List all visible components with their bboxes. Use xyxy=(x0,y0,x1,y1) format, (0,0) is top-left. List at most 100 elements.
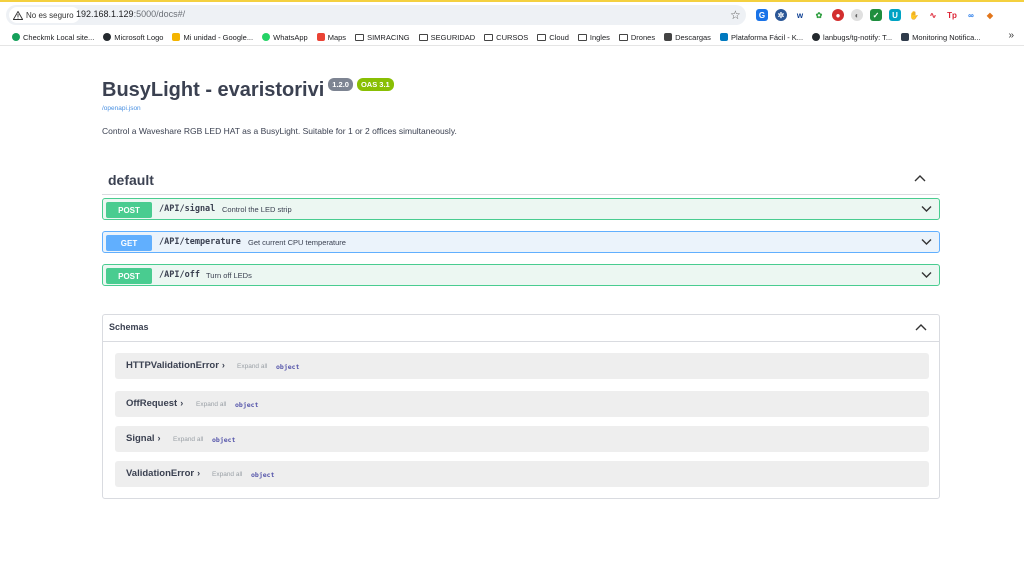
bookmark-item[interactable]: SEGURIDAD xyxy=(418,33,475,42)
expand-all-link[interactable]: Expand all xyxy=(173,436,203,443)
url-text[interactable]: 192.168.1.129:5000/docs#/ xyxy=(76,9,185,19)
bookmark-item[interactable]: Cloud xyxy=(537,33,569,42)
bookmark-item[interactable]: Mi unidad - Google... xyxy=(172,33,253,42)
expand-all-link[interactable]: Expand all xyxy=(196,401,226,408)
bookmark-label: Maps xyxy=(327,32,347,42)
tag-name: default xyxy=(108,172,154,188)
chevron-right-icon: › xyxy=(197,468,201,478)
folder-icon xyxy=(418,33,428,41)
operation-path: /API/off xyxy=(159,270,200,280)
schema-model[interactable]: HTTPValidationError › Expand all object xyxy=(115,353,929,379)
bookmark-item[interactable]: lanbugs/tg-notify: T... xyxy=(812,33,892,42)
security-chip[interactable]: No es seguro xyxy=(9,7,80,23)
security-chip-label: No es seguro xyxy=(26,10,74,20)
bookmark-label: Descargas xyxy=(675,32,711,42)
bookmark-item[interactable]: Microsoft Logo xyxy=(103,33,163,42)
maps-icon xyxy=(316,33,325,41)
bookmark-item[interactable]: CURSOS xyxy=(484,33,528,42)
whatsapp-icon xyxy=(262,33,271,41)
more-bookmarks-button[interactable]: » xyxy=(1008,30,1014,41)
url-host: 192.168.1.129 xyxy=(76,9,134,19)
bookmark-label: Cloud xyxy=(549,32,569,42)
drive-icon xyxy=(172,33,181,41)
model-name[interactable]: OffRequest › xyxy=(126,398,183,409)
extension-stop-icon[interactable]: ● xyxy=(832,9,844,21)
extension-link-icon[interactable]: ∞ xyxy=(965,9,977,21)
model-name[interactable]: ValidationError › xyxy=(126,468,200,479)
operation-summary: Control the LED strip xyxy=(222,205,292,214)
bookmark-item[interactable]: SIMRACING xyxy=(355,33,410,42)
github-icon xyxy=(103,33,112,41)
schema-model[interactable]: OffRequest › Expand all object xyxy=(115,391,929,417)
bookmark-item[interactable]: Checkmk Local site... xyxy=(12,33,94,42)
model-name[interactable]: Signal › xyxy=(126,433,161,444)
model-name-text: HTTPValidationError xyxy=(126,360,219,371)
bookmark-label: CURSOS xyxy=(496,32,529,42)
extension-lock-icon[interactable]: ◐ xyxy=(851,9,863,21)
api-title: BusyLight - evaristorivi xyxy=(102,79,325,101)
operation-post-off[interactable]: POST /API/off Turn off LEDs xyxy=(102,264,940,286)
extension-hand-icon[interactable]: ✋ xyxy=(908,9,920,21)
bookmark-item[interactable]: Drones xyxy=(618,33,655,42)
bookmark-item[interactable]: WhatsApp xyxy=(262,33,308,42)
chevron-up-icon[interactable] xyxy=(914,174,926,182)
folder-icon xyxy=(537,33,547,41)
model-name-text: OffRequest xyxy=(126,398,178,409)
download-icon xyxy=(664,33,673,41)
extension-wa-icon[interactable]: w xyxy=(794,9,806,21)
schemas-header[interactable]: Schemas xyxy=(103,315,939,342)
folder-icon xyxy=(618,33,628,41)
bookmark-label: Mi unidad - Google... xyxy=(183,32,254,42)
bookmark-label: Monitoring Notifica... xyxy=(912,32,981,42)
extension-shield-icon[interactable]: ✓ xyxy=(870,9,882,21)
extension-pulse-icon[interactable]: ∿ xyxy=(927,9,939,21)
operation-post-signal[interactable]: POST /API/signal Control the LED strip xyxy=(102,198,940,220)
toolbar-divider xyxy=(0,45,1024,46)
folder-icon xyxy=(577,33,587,41)
bookmark-label: WhatsApp xyxy=(273,32,308,42)
method-badge: POST xyxy=(106,268,152,284)
url-path: :5000/docs#/ xyxy=(133,9,186,19)
monitoring-icon xyxy=(901,33,910,41)
github-icon xyxy=(812,33,821,41)
operation-path: /API/signal xyxy=(159,204,216,214)
expand-all-link[interactable]: Expand all xyxy=(212,471,242,478)
model-type: object xyxy=(276,363,300,371)
extension-gear-icon[interactable]: ✲ xyxy=(775,9,787,21)
chevron-up-icon[interactable] xyxy=(915,323,927,331)
bookmark-item[interactable]: Ingles xyxy=(577,33,610,42)
extension-tp-icon[interactable]: Tp xyxy=(946,9,958,21)
bookmark-item[interactable]: Maps xyxy=(316,32,347,42)
tag-section-default[interactable]: default xyxy=(102,166,940,195)
schema-model[interactable]: ValidationError › Expand all object xyxy=(115,461,929,487)
extension-bug-icon[interactable]: ✿ xyxy=(813,9,825,21)
chevron-down-icon[interactable] xyxy=(921,205,932,213)
operation-path: /API/temperature xyxy=(159,237,241,247)
model-type: object xyxy=(251,471,275,479)
operation-summary: Get current CPU temperature xyxy=(248,238,346,247)
model-type: object xyxy=(212,436,236,444)
bookmark-item[interactable]: Monitoring Notifica... xyxy=(901,32,981,42)
method-badge: POST xyxy=(106,202,152,218)
operation-summary: Turn off LEDs xyxy=(206,271,252,280)
extension-u-icon[interactable]: U xyxy=(889,9,901,21)
bookmark-star-icon[interactable]: ☆ xyxy=(730,8,741,22)
address-bar[interactable]: No es seguro 192.168.1.129:5000/docs#/ ☆ xyxy=(6,5,746,25)
bookmarks-bar: Checkmk Local site... Microsoft Logo Mi un… xyxy=(0,30,1024,44)
model-name[interactable]: HTTPValidationError › xyxy=(126,360,225,371)
chevron-right-icon: › xyxy=(180,398,184,408)
chevron-down-icon[interactable] xyxy=(921,271,932,279)
operation-get-temperature[interactable]: GET /API/temperature Get current CPU tem… xyxy=(102,231,940,253)
warning-icon xyxy=(13,10,23,20)
extension-translate-icon[interactable]: G xyxy=(756,9,768,21)
checkmk-icon xyxy=(12,33,20,41)
schemas-title: Schemas xyxy=(109,322,149,332)
schema-model[interactable]: Signal › Expand all object xyxy=(115,426,929,452)
extension-fox-icon[interactable]: ◆ xyxy=(984,9,996,21)
openapi-json-link[interactable]: /openapi.json xyxy=(102,105,141,112)
chevron-down-icon[interactable] xyxy=(921,238,932,246)
bookmark-item[interactable]: Descargas xyxy=(664,33,711,42)
bookmark-item[interactable]: Plataforma Fácil - K... xyxy=(719,33,803,42)
bookmark-label: Checkmk Local site... xyxy=(23,32,95,42)
expand-all-link[interactable]: Expand all xyxy=(237,363,267,370)
